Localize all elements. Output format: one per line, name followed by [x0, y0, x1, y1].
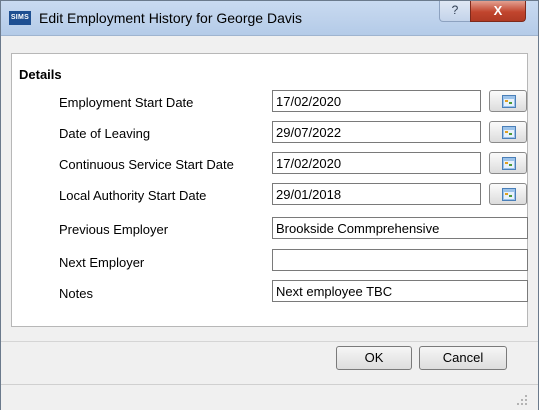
calendar-icon	[502, 126, 516, 139]
close-button[interactable]: X	[470, 1, 526, 22]
next-employer-input[interactable]	[272, 249, 528, 271]
label-date-of-leaving: Date of Leaving	[59, 126, 151, 141]
sims-app-icon: SIMS	[9, 11, 31, 25]
cancel-button[interactable]: Cancel	[419, 346, 507, 370]
continuous-service-start-date-calendar-button[interactable]	[489, 152, 527, 174]
label-notes: Notes	[59, 286, 93, 301]
help-button[interactable]: ?	[439, 1, 471, 22]
label-local-authority-start-date: Local Authority Start Date	[59, 188, 207, 203]
local-authority-start-date-input[interactable]: 29/01/2018	[272, 183, 481, 205]
date-of-leaving-input[interactable]: 29/07/2022	[272, 121, 481, 143]
previous-employer-input[interactable]: Brookside Commprehensive	[272, 217, 528, 239]
calendar-icon	[502, 157, 516, 170]
label-employment-start-date: Employment Start Date	[59, 95, 194, 110]
date-of-leaving-calendar-button[interactable]	[489, 121, 527, 143]
dialog-window: SIMS Edit Employment History for George …	[0, 0, 539, 410]
local-authority-start-date-calendar-button[interactable]	[489, 183, 527, 205]
title-bar[interactable]: SIMS Edit Employment History for George …	[1, 1, 538, 36]
footer-divider	[1, 341, 538, 342]
section-title-details: Details	[19, 67, 62, 82]
calendar-icon	[502, 95, 516, 108]
status-bar	[1, 384, 538, 410]
employment-start-date-calendar-button[interactable]	[489, 90, 527, 112]
continuous-service-start-date-input[interactable]: 17/02/2020	[272, 152, 481, 174]
employment-start-date-input[interactable]: 17/02/2020	[272, 90, 481, 112]
resize-grip-icon[interactable]	[515, 393, 529, 407]
ok-button[interactable]: OK	[336, 346, 412, 370]
help-icon: ?	[451, 3, 459, 17]
notes-input[interactable]: Next employee TBC	[272, 280, 528, 302]
label-continuous-service-start-date: Continuous Service Start Date	[59, 157, 234, 172]
calendar-icon	[502, 188, 516, 201]
label-next-employer: Next Employer	[59, 255, 145, 270]
label-previous-employer: Previous Employer	[59, 222, 169, 237]
close-icon: X	[493, 3, 503, 18]
window-title: Edit Employment History for George Davis	[39, 10, 302, 26]
